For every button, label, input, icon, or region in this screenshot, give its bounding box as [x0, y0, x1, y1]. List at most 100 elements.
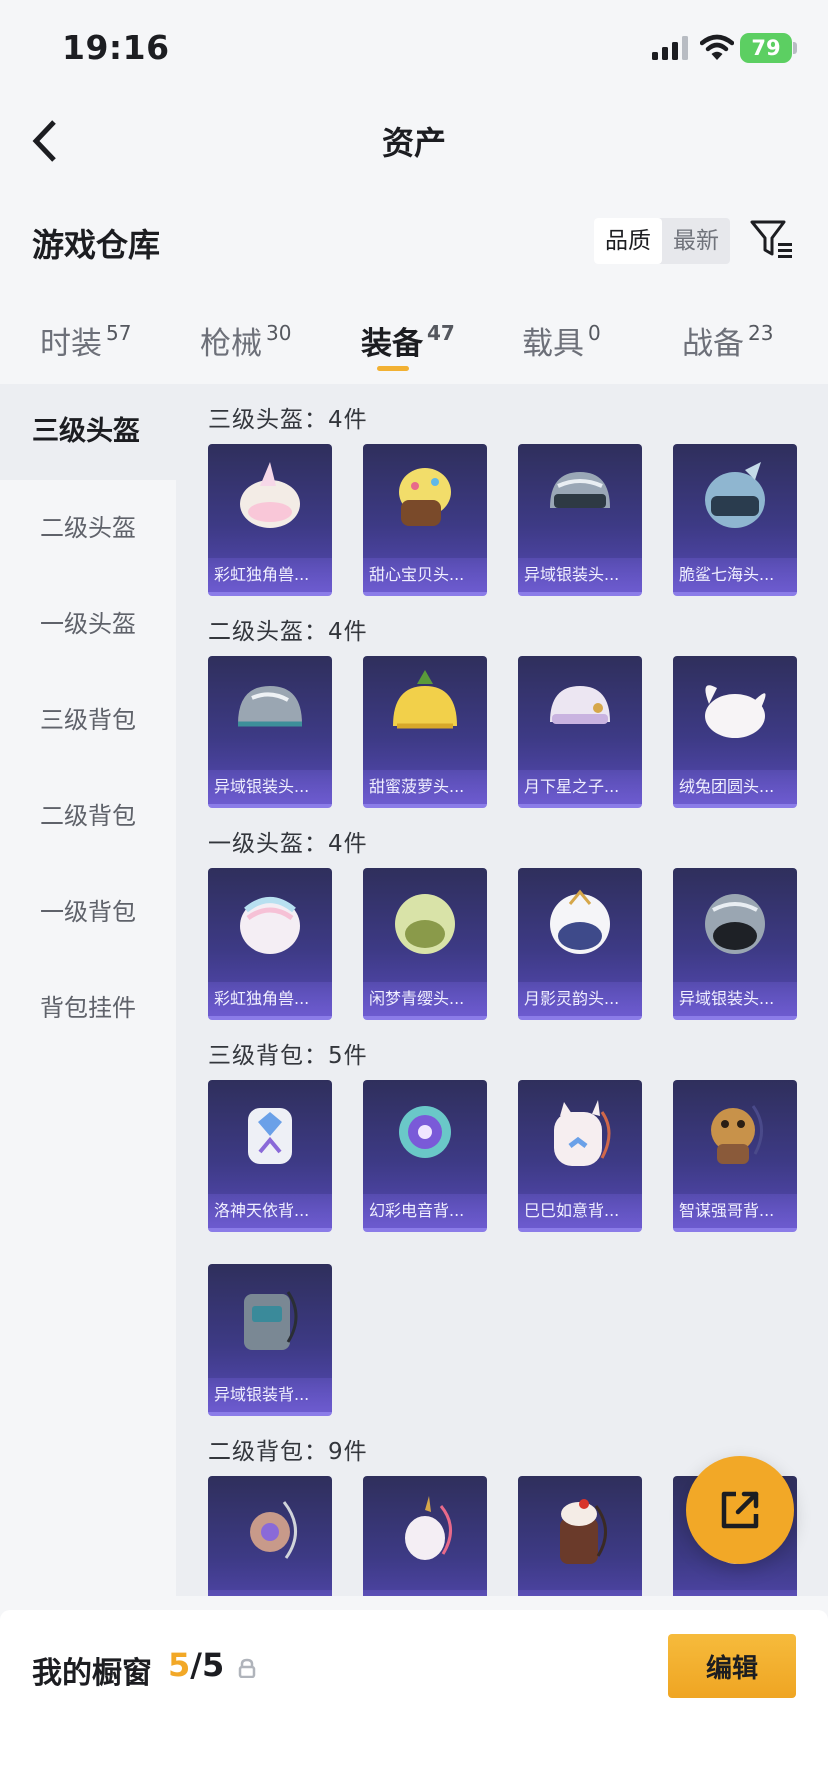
item-label: 月下星之子... — [518, 770, 642, 804]
helmet-icon — [550, 472, 610, 508]
warehouse-title: 游戏仓库 — [32, 226, 161, 264]
active-tab-indicator — [377, 366, 409, 371]
tab-weapons[interactable]: 枪械 30 — [200, 318, 291, 363]
item-card[interactable]: 甜蜜菠萝头... — [363, 656, 487, 808]
helmet-icon — [240, 897, 300, 954]
backpack-icon — [554, 1100, 611, 1166]
helmet-icon — [550, 889, 610, 954]
item-label: 月影灵韵头... — [518, 982, 642, 1016]
item-label: 甜蜜菠萝头... — [363, 770, 487, 804]
helmet-icon — [550, 686, 610, 724]
backpack-icon — [405, 1496, 452, 1560]
item-card[interactable]: 异域银装头... — [673, 868, 797, 1020]
group-title: 二级头盔：4件 — [208, 619, 368, 645]
item-label: 洛神天依背... — [208, 1194, 332, 1228]
item-card[interactable]: 幻彩电音背... — [363, 1080, 487, 1232]
helmet-icon — [240, 462, 300, 528]
item-card[interactable]: 闲梦青缨头... — [363, 868, 487, 1020]
helmet-icon — [399, 468, 451, 526]
battery-tip — [793, 42, 797, 54]
item-card[interactable]: 智谋强哥背... — [673, 1080, 797, 1232]
page-title: 资产 — [381, 124, 446, 162]
group-title: 三级头盔：4件 — [208, 407, 368, 433]
bottom-bar: 我的橱窗 5/5 编辑 — [0, 1610, 828, 1792]
helmet-icon — [238, 686, 302, 727]
group-title: 二级背包：9件 — [208, 1439, 368, 1465]
item-grid: 三级头盔：4件 彩虹独角兽... 甜心宝贝头... 异域银装头... 脆鲨七海头… — [176, 384, 828, 1596]
item-label: 智谋强哥背... — [673, 1194, 797, 1228]
tab-supplies[interactable]: 战备 23 — [682, 318, 773, 363]
sort-newest-option[interactable]: 最新 — [662, 218, 730, 264]
item-label: 异域银装头... — [673, 982, 797, 1016]
category-tabs: 时装 57 枪械 30 装备 47 载具 0 战备 23 — [0, 318, 828, 378]
sidebar-item-backpack-lv1[interactable]: 一级背包 — [0, 864, 176, 960]
item-label: 甜心宝贝头... — [363, 558, 487, 592]
share-icon — [721, 1491, 759, 1529]
lock-icon — [238, 1658, 256, 1678]
item-label: 脆鲨七海头... — [673, 558, 797, 592]
item-label: 异域银装背... — [208, 1378, 332, 1412]
item-card[interactable] — [208, 1476, 332, 1596]
helmet-icon — [705, 685, 766, 738]
item-label: 彩虹独角兽... — [208, 558, 332, 592]
status-bar: 19:16 79 — [0, 0, 828, 96]
item-card[interactable]: 月影灵韵头... — [518, 868, 642, 1020]
showcase-count: 5/5 — [168, 1646, 225, 1684]
cellular-signal-icon — [652, 36, 688, 60]
sort-quality-option[interactable]: 品质 — [594, 218, 662, 264]
item-card[interactable] — [518, 1476, 642, 1596]
item-card[interactable]: 月下星之子... — [518, 656, 642, 808]
item-label: 异域银装头... — [518, 558, 642, 592]
backpack-icon — [399, 1106, 451, 1158]
helmet-icon — [393, 670, 457, 729]
item-label — [518, 1590, 642, 1596]
battery-icon: 79 — [740, 33, 792, 63]
item-label — [363, 1590, 487, 1596]
share-button[interactable] — [686, 1456, 794, 1564]
edit-button[interactable]: 编辑 — [668, 1634, 796, 1698]
item-label: 异域银装头... — [208, 770, 332, 804]
item-card[interactable]: 脆鲨七海头... — [673, 444, 797, 596]
sort-toggle: 品质 最新 — [594, 218, 730, 264]
sidebar-item-helmet-lv1[interactable]: 一级头盔 — [0, 576, 176, 672]
sidebar-item-backpack-charm[interactable]: 背包挂件 — [0, 960, 176, 1056]
item-card[interactable]: 异域银装头... — [518, 444, 642, 596]
sidebar-item-helmet-lv2[interactable]: 二级头盔 — [0, 480, 176, 576]
helmet-icon — [395, 894, 455, 954]
item-card[interactable]: 甜心宝贝头... — [363, 444, 487, 596]
backpack-icon — [711, 1105, 763, 1164]
backpack-icon — [244, 1291, 298, 1350]
item-card[interactable]: 彩虹独角兽... — [208, 868, 332, 1020]
item-card[interactable]: 巳巳如意背... — [518, 1080, 642, 1232]
item-label: 巳巳如意背... — [518, 1194, 642, 1228]
tab-fashion[interactable]: 时装 57 — [40, 318, 131, 363]
item-card[interactable]: 异域银装头... — [208, 656, 332, 808]
backpack-icon — [560, 1499, 607, 1564]
category-sidebar: 三级头盔 二级头盔 一级头盔 三级背包 二级背包 一级背包 背包挂件 — [0, 384, 176, 1596]
item-card[interactable]: 绒兔团圆头... — [673, 656, 797, 808]
backpack-icon — [248, 1108, 292, 1164]
helmet-icon — [705, 894, 765, 954]
item-label: 闲梦青缨头... — [363, 982, 487, 1016]
group-title: 一级头盔：4件 — [208, 831, 368, 857]
tab-vehicles[interactable]: 载具 0 — [522, 318, 601, 363]
item-label: 幻彩电音背... — [363, 1194, 487, 1228]
status-time: 19:16 — [62, 28, 170, 67]
item-card[interactable]: 彩虹独角兽... — [208, 444, 332, 596]
item-label: 绒兔团圆头... — [673, 770, 797, 804]
group-title: 三级背包：5件 — [208, 1043, 368, 1069]
tab-equipment[interactable]: 装备 47 — [361, 318, 455, 371]
wifi-icon — [700, 34, 734, 60]
sidebar-item-helmet-lv3[interactable]: 三级头盔 — [0, 384, 176, 480]
sidebar-item-backpack-lv3[interactable]: 三级背包 — [0, 672, 176, 768]
item-label — [673, 1590, 797, 1596]
item-card[interactable]: 洛神天依背... — [208, 1080, 332, 1232]
backpack-icon — [250, 1501, 297, 1559]
item-label: 彩虹独角兽... — [208, 982, 332, 1016]
item-card[interactable]: 异域银装背... — [208, 1264, 332, 1416]
item-card[interactable] — [363, 1476, 487, 1596]
sidebar-item-backpack-lv2[interactable]: 二级背包 — [0, 768, 176, 864]
showcase-label: 我的橱窗 — [32, 1656, 152, 1691]
filter-icon[interactable] — [748, 216, 794, 262]
item-label — [208, 1590, 332, 1596]
